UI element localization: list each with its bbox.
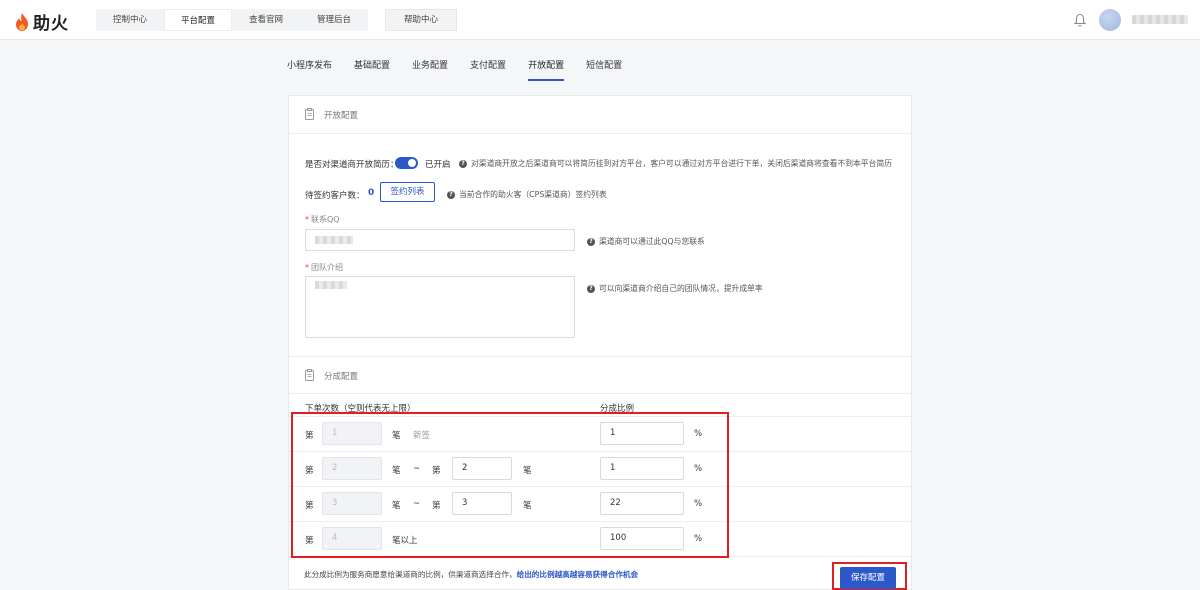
commission-config-header: 分成配置 <box>289 356 913 394</box>
clipboard-icon <box>305 108 314 120</box>
team-value-redacted <box>315 281 347 289</box>
nav-view-website[interactable]: 查看官网 <box>232 9 300 31</box>
resume-open-label: 是否对渠道商开放简历： <box>305 160 399 170</box>
flame-icon <box>16 12 28 31</box>
open-config-title: 开放配置 <box>324 111 359 121</box>
tab-open-config[interactable]: 开放配置 <box>528 58 565 81</box>
team-field-label: * 团队介绍 <box>305 263 343 272</box>
pending-hint-text: 当前合作的助火客（CPS渠道商）签约列表 <box>459 190 607 199</box>
team-hint: ? 可以向渠道商介绍自己的团队情况，提升成单率 <box>587 283 763 294</box>
brand-logo[interactable]: 助火 <box>14 9 69 34</box>
bell-icon[interactable] <box>1074 13 1086 27</box>
top-navigation: 控制中心 平台配置 查看官网 管理后台 <box>96 9 368 31</box>
qq-input[interactable] <box>305 229 575 251</box>
config-tabs: 小程序发布 基础配置 业务配置 支付配置 开放配置 短信配置 <box>287 58 644 81</box>
sign-list-button[interactable]: 签约列表 <box>380 182 435 202</box>
clipboard-icon <box>305 369 314 381</box>
note-emphasis: 给出的比例越高越容易获得合作机会 <box>516 570 639 579</box>
pending-customers-count: 0 <box>368 188 375 198</box>
open-config-header: 开放配置 <box>289 96 913 134</box>
help-icon: ? <box>587 238 595 246</box>
help-icon: ? <box>587 285 595 293</box>
highlight-commission-table <box>291 412 729 558</box>
resume-hint-text: 对渠道商开放之后渠道商可以将简历挂到对方平台，客户可以通过对方平台进行下单，关闭… <box>471 159 893 168</box>
qq-value-redacted <box>315 236 353 244</box>
note-text: 此分成比例为服务商愿意给渠道商的比例，供渠道商选择合作， <box>304 570 517 579</box>
team-hint-text: 可以向渠道商介绍自己的团队情况，提升成单率 <box>599 284 763 293</box>
tab-miniprogram-publish[interactable]: 小程序发布 <box>287 58 332 81</box>
nav-help-center[interactable]: 帮助中心 <box>385 9 457 31</box>
nav-platform-config[interactable]: 平台配置 <box>164 9 232 31</box>
pending-hint: ? 当前合作的助火客（CPS渠道商）签约列表 <box>447 189 607 200</box>
avatar[interactable] <box>1099 9 1121 31</box>
help-icon: ? <box>459 160 467 168</box>
pending-customers-label: 待签约客户数： <box>305 191 365 201</box>
top-header: 助火 控制中心 平台配置 查看官网 管理后台 帮助中心 <box>0 0 1200 40</box>
qq-hint-text: 渠道商可以通过此QQ与您联系 <box>599 237 705 246</box>
username-redacted[interactable] <box>1132 15 1188 24</box>
tab-sms-config[interactable]: 短信配置 <box>586 58 622 81</box>
resume-hint: ? 对渠道商开放之后渠道商可以将简历挂到对方平台，客户可以通过对方平台进行下单，关… <box>459 158 892 169</box>
team-intro-textarea[interactable] <box>305 276 575 338</box>
tab-business-config[interactable]: 业务配置 <box>412 58 448 81</box>
resume-open-toggle[interactable] <box>395 157 418 169</box>
toggle-state-text: 已开启 <box>425 160 451 170</box>
qq-hint: ? 渠道商可以通过此QQ与您联系 <box>587 236 705 247</box>
commission-config-title: 分成配置 <box>324 372 359 382</box>
nav-control-center[interactable]: 控制中心 <box>96 9 164 31</box>
nav-admin-backend[interactable]: 管理后台 <box>300 9 368 31</box>
save-config-button[interactable]: 保存配置 <box>840 567 896 589</box>
qq-field-label: * 联系QQ <box>305 215 340 224</box>
commission-note: 此分成比例为服务商愿意给渠道商的比例，供渠道商选择合作，给出的比例越高越容易获得… <box>304 569 649 580</box>
brand-name: 助火 <box>33 14 69 34</box>
tab-basic-config[interactable]: 基础配置 <box>354 58 390 81</box>
tab-payment-config[interactable]: 支付配置 <box>470 58 506 81</box>
help-icon: ? <box>447 191 455 199</box>
